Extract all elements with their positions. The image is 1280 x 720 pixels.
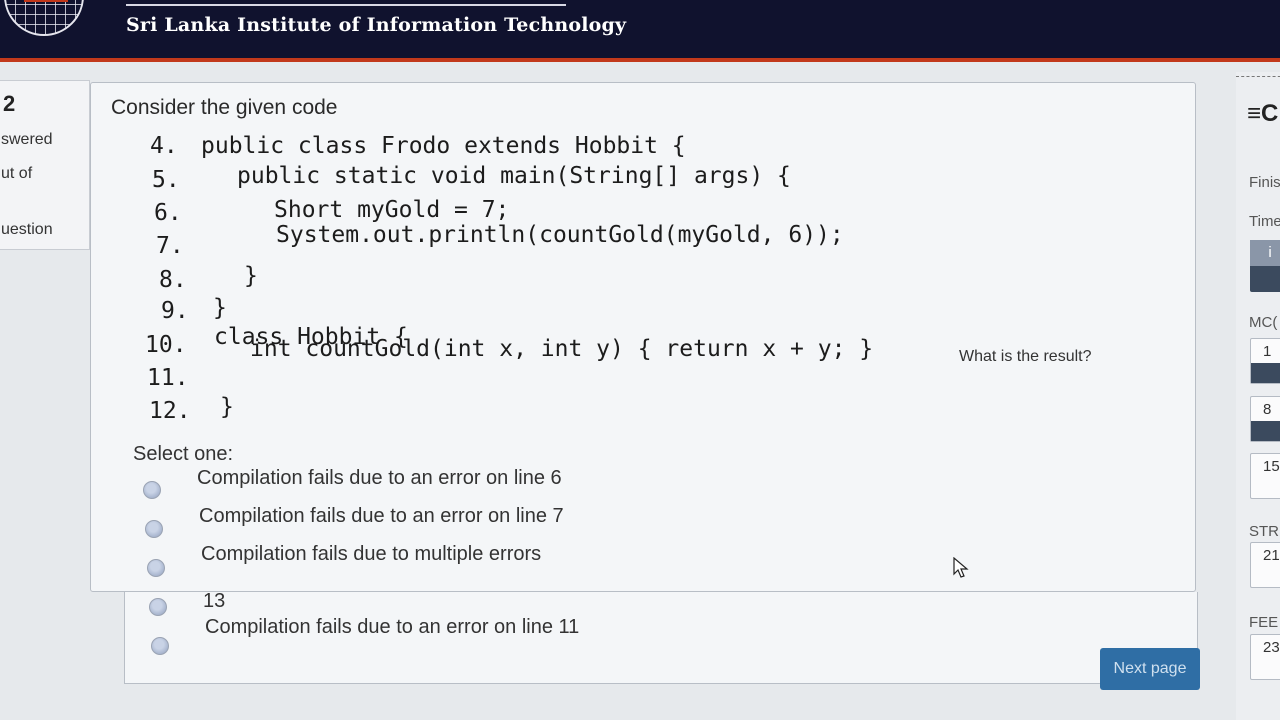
option-radio[interactable] <box>147 559 165 577</box>
code-line-text: System.out.println(countGold(myGold, 6))… <box>276 222 844 248</box>
nav-question-number: 8 <box>1263 401 1272 418</box>
code-line-number: 11. <box>147 365 189 391</box>
option-label[interactable]: Compilation fails due to an error on lin… <box>197 467 562 490</box>
site-header: Sri Lanka Institute of Information Techn… <box>0 0 1280 62</box>
nav-question-number: 23 <box>1263 639 1280 656</box>
logo-badge <box>24 0 68 2</box>
nav-question-button[interactable]: 8 <box>1250 396 1280 442</box>
nav-question-button[interactable]: 15 <box>1250 453 1280 499</box>
option-radio[interactable] <box>149 598 167 616</box>
nav-question-number: 15 <box>1263 458 1280 475</box>
next-page-button[interactable]: Next page <box>1100 648 1200 690</box>
code-line-text: } <box>244 263 258 289</box>
question-prompt: Consider the given code <box>111 96 338 119</box>
code-line-number: 9. <box>161 298 189 324</box>
code-line-number: 4. <box>150 133 178 159</box>
info-nav-button[interactable]: i <box>1250 240 1280 292</box>
option-label[interactable]: Compilation fails due to multiple errors <box>201 543 541 566</box>
info-icon: i <box>1250 240 1280 266</box>
section-str-label: STR <box>1249 523 1279 540</box>
answered-indicator <box>1251 363 1280 383</box>
select-one-label: Select one: <box>133 443 234 465</box>
finish-attempt-link[interactable]: Finis <box>1249 174 1280 191</box>
code-line-text: public class Frodo extends Hobbit { <box>201 133 686 159</box>
site-name: Sri Lanka Institute of Information Techn… <box>126 14 627 36</box>
nav-question-number: 1 <box>1263 343 1272 360</box>
code-line-text: public static void main(String[] args) { <box>237 163 791 189</box>
header-divider <box>126 4 566 6</box>
question-number: 2 <box>3 91 16 116</box>
flag-question-text[interactable]: uestion <box>1 221 53 239</box>
option-radio[interactable] <box>145 520 163 538</box>
mouse-cursor-icon <box>953 557 969 578</box>
code-line-text: } <box>220 394 234 420</box>
nav-question-button[interactable]: 21 <box>1250 542 1280 588</box>
option-radio[interactable] <box>151 637 169 655</box>
option-label[interactable]: Compilation fails due to an error on lin… <box>205 616 579 639</box>
code-line-number: 6. <box>154 200 182 226</box>
option-label[interactable]: Compilation fails due to an error on lin… <box>199 505 564 528</box>
nav-question-number: 21 <box>1263 547 1280 564</box>
result-question: What is the result? <box>959 348 1092 365</box>
code-line-number: 5. <box>152 167 180 193</box>
nav-question-button[interactable]: 1 <box>1250 338 1280 384</box>
code-line-number: 7. <box>156 233 184 259</box>
sliit-logo[interactable] <box>4 0 84 36</box>
code-line-number: 10. <box>145 332 187 358</box>
section-mcq-label: MC( <box>1249 314 1278 331</box>
nav-question-button[interactable]: 23 <box>1250 634 1280 680</box>
code-line-text: int countGold(int x, int y) { return x +… <box>250 336 874 362</box>
code-line-number: 12. <box>149 398 191 424</box>
code-line-number: 8. <box>159 267 187 293</box>
answered-indicator <box>1251 421 1280 441</box>
section-fee-label: FEE <box>1249 614 1279 631</box>
question-mark-text: ut of <box>1 165 33 182</box>
code-line-text: Short myGold = 7; <box>274 197 510 223</box>
code-line-text: } <box>213 295 227 321</box>
menu-icon[interactable]: ≡C <box>1247 100 1278 128</box>
option-label[interactable]: 13 <box>203 590 225 613</box>
time-left-label: Time <box>1249 213 1280 230</box>
question-info-panel: 2 swered ut of uestion <box>0 80 90 250</box>
option-radio[interactable] <box>143 481 161 499</box>
nav-divider <box>1236 76 1280 77</box>
question-status-text: swered <box>1 131 53 148</box>
